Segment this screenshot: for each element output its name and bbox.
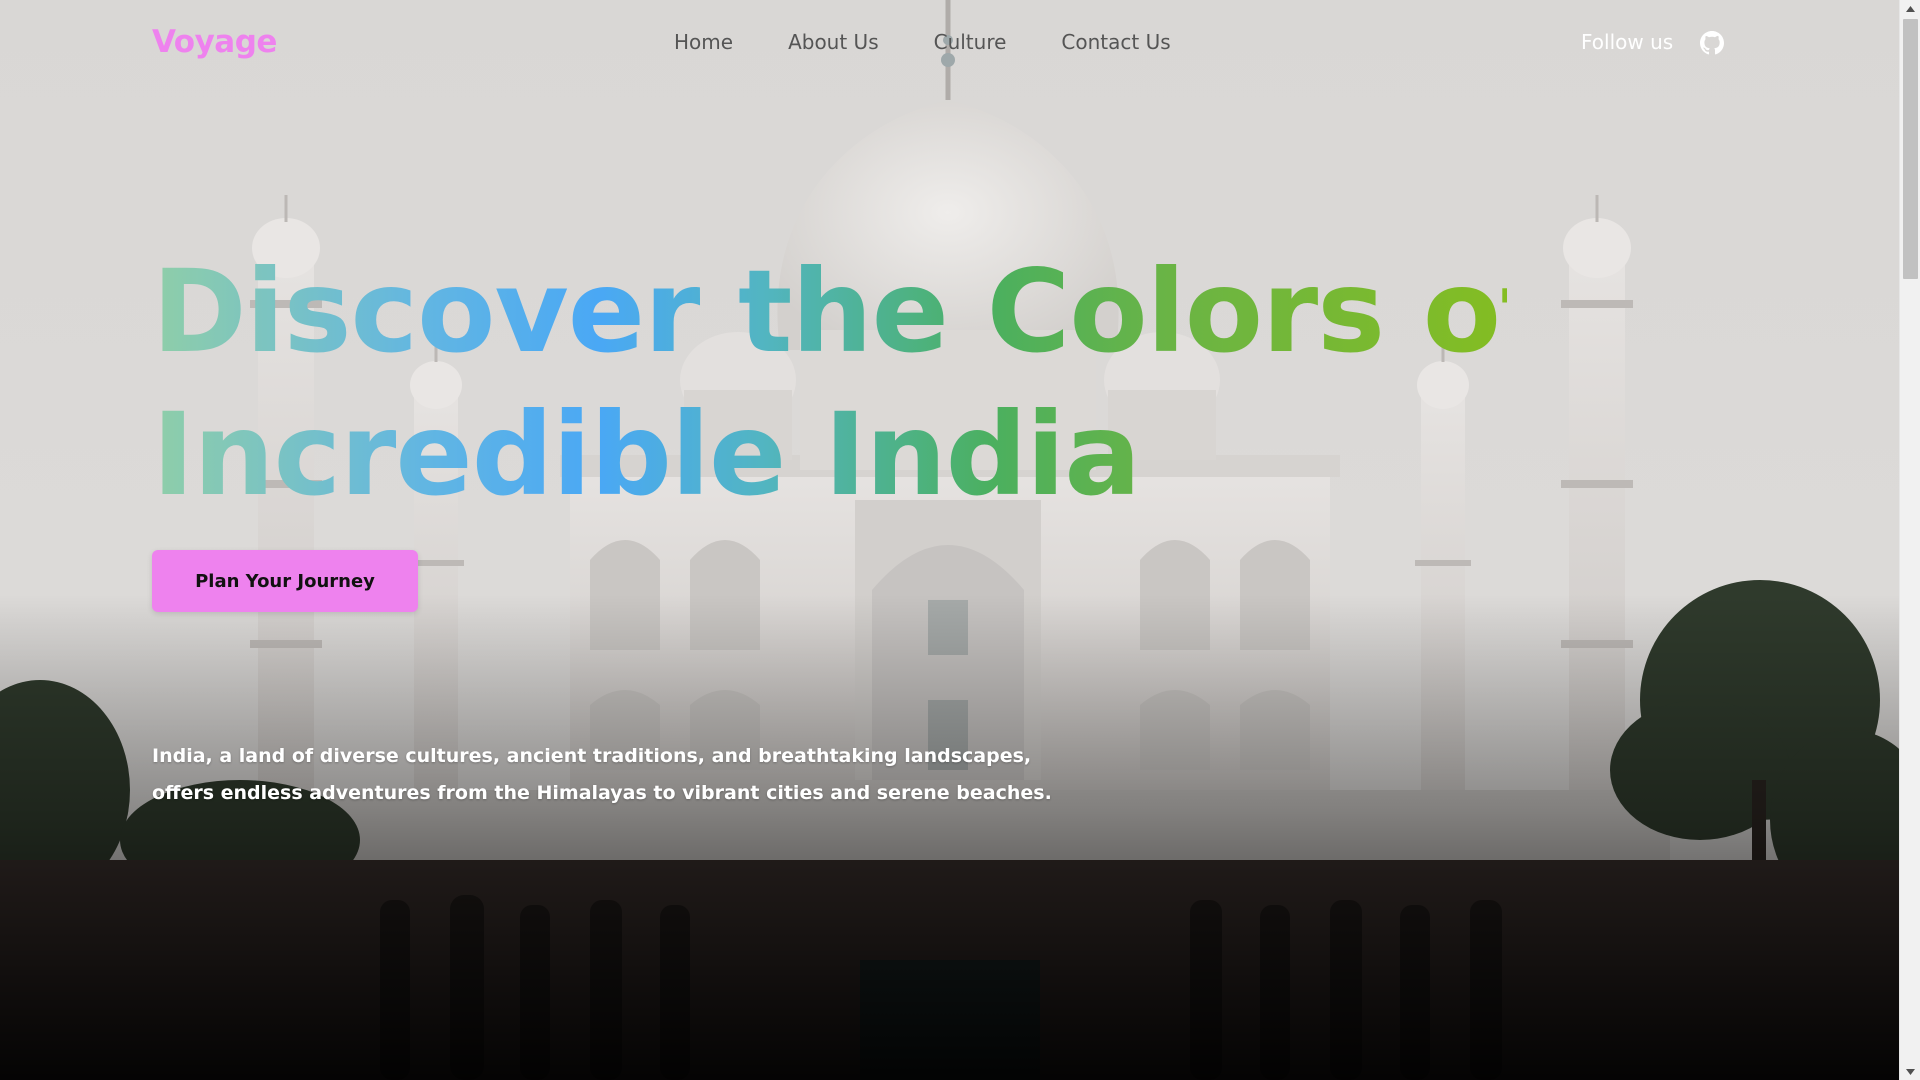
hero-title: Discover the Colors of Incredible India — [152, 240, 1752, 526]
nav-link-contact-us[interactable]: Contact Us — [1061, 30, 1170, 54]
page-scrollbar[interactable] — [1899, 0, 1920, 1080]
nav-link-culture[interactable]: Culture — [934, 30, 1007, 54]
github-icon[interactable] — [1700, 31, 1724, 55]
follow-us-link[interactable]: Follow us — [1581, 30, 1673, 54]
hero-background-image — [0, 0, 1899, 1080]
navbar: Voyage Home About Us Culture Contact Us … — [0, 0, 1899, 86]
hero-title-line-1: Discover the Colors of — [152, 240, 1752, 383]
hero-title-line-2: Incredible India — [152, 383, 1752, 526]
scroll-down-arrow-icon[interactable] — [1900, 1063, 1920, 1080]
scrollbar-thumb[interactable] — [1903, 19, 1918, 279]
nav-menu: Home About Us Culture Contact Us — [674, 30, 1226, 54]
site-logo[interactable]: Voyage — [152, 24, 277, 60]
plan-your-journey-button[interactable]: Plan Your Journey — [152, 550, 418, 612]
hero-description: India, a land of diverse cultures, ancie… — [152, 745, 1052, 804]
nav-link-home[interactable]: Home — [674, 30, 733, 54]
scroll-up-arrow-icon[interactable] — [1900, 0, 1920, 17]
nav-link-about-us[interactable]: About Us — [788, 30, 879, 54]
page-viewport: Voyage Home About Us Culture Contact Us … — [0, 0, 1899, 1080]
